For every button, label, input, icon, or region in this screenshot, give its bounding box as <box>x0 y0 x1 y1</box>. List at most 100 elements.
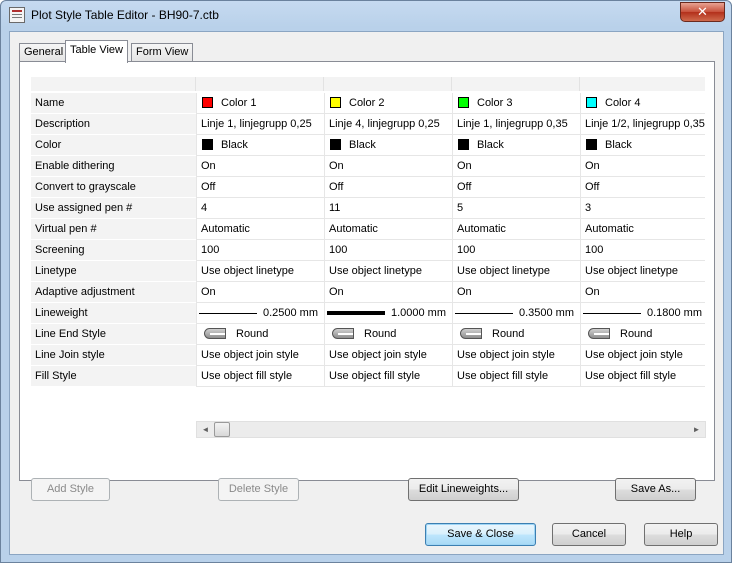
grid-cell-dithering[interactable]: On <box>452 156 580 177</box>
grid-row-end-style: Line End Style Round Round Round Round <box>31 324 705 345</box>
grid-cell-color[interactable]: Black <box>196 135 324 156</box>
grid-cell-description[interactable]: Linje 4, linjegrupp 0,25 <box>324 114 452 135</box>
style-name-text: Color 2 <box>349 97 385 109</box>
grid-cell-description[interactable]: Linje 1/2, linjegrupp 0,35 <box>580 114 705 135</box>
grid-cell-description[interactable]: Linje 1, linjegrupp 0,35 <box>452 114 580 135</box>
grid-cell-grayscale[interactable]: Off <box>196 177 324 198</box>
lineweight-preview-line <box>326 311 385 316</box>
lineweight-value: 0.3500 mm <box>453 303 574 323</box>
add-style-button[interactable]: Add Style <box>31 478 110 501</box>
grid-cell-pen[interactable]: 5 <box>452 198 580 219</box>
grid-cell-color[interactable]: Black <box>452 135 580 156</box>
grid-cell-name[interactable]: Color 3 <box>452 93 580 114</box>
scroll-thumb[interactable] <box>214 422 230 437</box>
grid-row-label: Line End Style <box>31 324 196 345</box>
grid-cell-join-style[interactable]: Use object join style <box>196 345 324 366</box>
grid-cell-grayscale[interactable]: Off <box>452 177 580 198</box>
grid-cell-join-style[interactable]: Use object join style <box>324 345 452 366</box>
grid-cell-lineweight[interactable]: 1.0000 mm <box>324 303 452 324</box>
grid-cell-adaptive[interactable]: On <box>580 282 705 303</box>
save-as-button[interactable]: Save As... <box>615 478 696 501</box>
close-button[interactable]: ✕ <box>680 2 725 22</box>
end-style-text: Round <box>492 328 525 340</box>
grid-cell-join-style[interactable]: Use object join style <box>580 345 705 366</box>
round-end-cap-icon <box>460 328 482 339</box>
help-button[interactable]: Help <box>644 523 718 546</box>
round-end-cap-icon <box>204 328 226 339</box>
plot-color-swatch-icon <box>458 139 469 150</box>
tab-general[interactable]: General <box>19 43 69 62</box>
title-bar[interactable]: Plot Style Table Editor - BH90-7.ctb ✕ <box>1 1 731 29</box>
lineweight-value: 1.0000 mm <box>325 303 446 323</box>
grid-row-label: Virtual pen # <box>31 219 196 240</box>
tab-form-view[interactable]: Form View <box>131 43 194 62</box>
lineweight-value: 0.1800 mm <box>581 303 702 323</box>
grid-row-color: Color Black Black Black Black <box>31 135 705 156</box>
grid-cell-linetype[interactable]: Use object linetype <box>580 261 705 282</box>
grid-cell-fill-style[interactable]: Use object fill style <box>324 366 452 387</box>
save-and-close-button[interactable]: Save & Close <box>425 523 536 546</box>
tab-table-view[interactable]: Table View <box>65 40 128 63</box>
grid-cell-grayscale[interactable]: Off <box>324 177 452 198</box>
grid-cell-pen[interactable]: 11 <box>324 198 452 219</box>
cancel-button[interactable]: Cancel <box>552 523 626 546</box>
lineweight-preview-line <box>582 312 641 314</box>
grid-cell-end-style[interactable]: Round <box>196 324 324 345</box>
grid-cell-virtual-pen[interactable]: Automatic <box>196 219 324 240</box>
grid-cell-screening[interactable]: 100 <box>196 240 324 261</box>
grid-cell-adaptive[interactable]: On <box>324 282 452 303</box>
grid-column-header[interactable] <box>196 77 324 91</box>
grid-cell-virtual-pen[interactable]: Automatic <box>580 219 705 240</box>
grid-cell-pen[interactable]: 4 <box>196 198 324 219</box>
grid-cell-dithering[interactable]: On <box>580 156 705 177</box>
grid-row-label: Screening <box>31 240 196 261</box>
grid-cell-adaptive[interactable]: On <box>452 282 580 303</box>
delete-style-button[interactable]: Delete Style <box>218 478 299 501</box>
scroll-left-arrow-icon[interactable]: ◄ <box>197 422 214 437</box>
grid-cell-name[interactable]: Color 2 <box>324 93 452 114</box>
plot-color-swatch-icon <box>586 139 597 150</box>
grid-cell-virtual-pen[interactable]: Automatic <box>324 219 452 240</box>
grid-cell-screening[interactable]: 100 <box>452 240 580 261</box>
grid-cell-dithering[interactable]: On <box>196 156 324 177</box>
grid-column-header[interactable] <box>452 77 580 91</box>
grid-cell-fill-style[interactable]: Use object fill style <box>452 366 580 387</box>
grid-cell-name[interactable]: Color 4 <box>580 93 705 114</box>
grid-cell-screening[interactable]: 100 <box>580 240 705 261</box>
grid-cell-color[interactable]: Black <box>324 135 452 156</box>
edit-lineweights-button[interactable]: Edit Lineweights... <box>408 478 519 501</box>
end-style-text: Round <box>620 328 653 340</box>
lineweight-value: 0.2500 mm <box>197 303 318 323</box>
grid-cell-adaptive[interactable]: On <box>196 282 324 303</box>
grid-cell-lineweight[interactable]: 0.3500 mm <box>452 303 580 324</box>
grid-cell-end-style[interactable]: Round <box>580 324 705 345</box>
grid-cell-fill-style[interactable]: Use object fill style <box>580 366 705 387</box>
grid-cell-name[interactable]: Color 1 <box>196 93 324 114</box>
grid-cell-join-style[interactable]: Use object join style <box>452 345 580 366</box>
grid-cell-virtual-pen[interactable]: Automatic <box>452 219 580 240</box>
grid-cell-end-style[interactable]: Round <box>452 324 580 345</box>
grid-cell-linetype[interactable]: Use object linetype <box>452 261 580 282</box>
grid-cell-description[interactable]: Linje 1, linjegrupp 0,25 <box>196 114 324 135</box>
scroll-right-arrow-icon[interactable]: ► <box>688 422 705 437</box>
lineweight-text: 0.1800 mm <box>646 307 702 319</box>
grid-cell-dithering[interactable]: On <box>324 156 452 177</box>
grid-cell-fill-style[interactable]: Use object fill style <box>196 366 324 387</box>
grid-column-header[interactable] <box>580 77 705 91</box>
grid-cell-lineweight[interactable]: 0.2500 mm <box>196 303 324 324</box>
grid-cell-lineweight[interactable]: 0.1800 mm <box>580 303 705 324</box>
color-value-text: Black <box>477 139 504 151</box>
grid-row-label: Name <box>31 93 196 114</box>
horizontal-scrollbar[interactable]: ◄ ► <box>196 421 706 438</box>
grid-row-label: Adaptive adjustment <box>31 282 196 303</box>
grid-cell-pen[interactable]: 3 <box>580 198 705 219</box>
grid-cell-screening[interactable]: 100 <box>324 240 452 261</box>
grid-cell-linetype[interactable]: Use object linetype <box>196 261 324 282</box>
grid-column-header[interactable] <box>324 77 452 91</box>
grid-cell-end-style[interactable]: Round <box>324 324 452 345</box>
grid-cell-linetype[interactable]: Use object linetype <box>324 261 452 282</box>
grid-cell-grayscale[interactable]: Off <box>580 177 705 198</box>
grid-cell-color[interactable]: Black <box>580 135 705 156</box>
window-title: Plot Style Table Editor - BH90-7.ctb <box>31 8 219 22</box>
plot-style-grid: Name Color 1 Color 2 Color 3 Color 4 Descript… <box>31 77 705 439</box>
